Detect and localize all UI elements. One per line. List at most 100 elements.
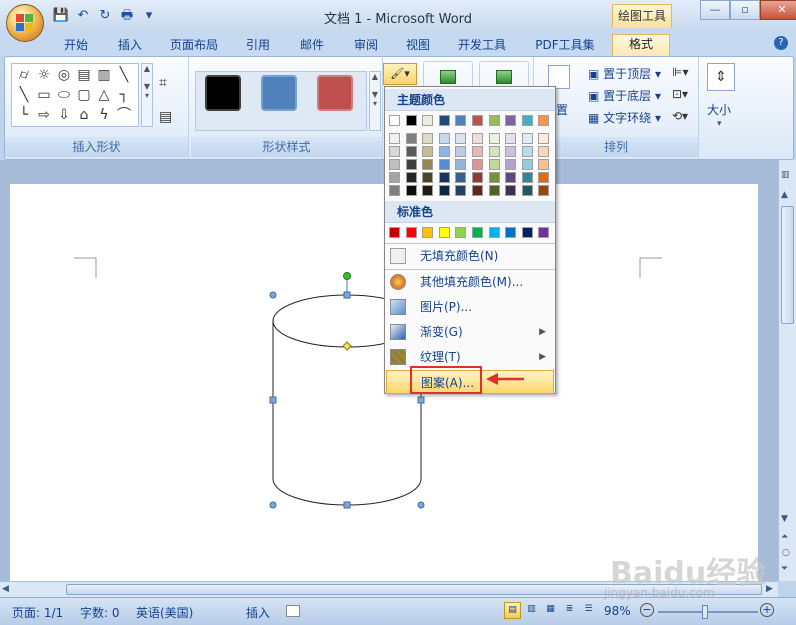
zoom-in-icon[interactable]: + (760, 603, 774, 617)
draft-icon[interactable]: ☰ (580, 602, 597, 619)
shape-textbox-icon[interactable]: ▤ (74, 65, 94, 85)
shape-roundrect-icon[interactable]: ▢ (74, 85, 94, 105)
resize-handle-top[interactable] (343, 291, 351, 299)
theme-tint-swatch[interactable] (438, 146, 450, 157)
shape-gallery[interactable]: ⌭ ☼ ◎ ▤ ▥ ╲ ╲ ▭ ⬭ ▢ △ ┐ └ ⇨ ⇩ ⌂ ϟ ⌒ (11, 63, 139, 127)
theme-tint-swatch[interactable] (488, 133, 500, 144)
theme-tint-swatch[interactable] (389, 146, 400, 157)
theme-tint-swatch[interactable] (538, 159, 550, 170)
theme-tint-swatch[interactable] (472, 185, 483, 196)
theme-tint-swatch[interactable] (438, 185, 450, 196)
theme-tint-swatch[interactable] (505, 172, 517, 183)
status-insert-mode[interactable]: 插入 (246, 604, 270, 621)
menu-no-fill[interactable]: 无填充颜色(N) (386, 244, 554, 268)
standard-color-swatch[interactable] (438, 227, 450, 238)
theme-tint-swatch[interactable] (455, 146, 467, 157)
theme-tint-swatch[interactable] (488, 185, 500, 196)
standard-color-swatch[interactable] (455, 227, 467, 238)
theme-color-swatch[interactable] (438, 115, 450, 126)
status-page[interactable]: 页面: 1/1 (12, 604, 63, 621)
theme-tint-swatch[interactable] (538, 185, 550, 196)
shape-curve-icon[interactable]: ⌒ (114, 105, 134, 125)
rotation-handle[interactable] (343, 272, 351, 280)
theme-tint-swatch[interactable] (422, 172, 434, 183)
resize-handle-tl[interactable] (269, 291, 277, 299)
theme-tint-swatch[interactable] (455, 185, 467, 196)
theme-tint-swatch[interactable] (472, 146, 483, 157)
theme-tint-swatch[interactable] (472, 159, 483, 170)
next-page-icon[interactable]: ⏷ (781, 564, 788, 574)
scroll-left-icon[interactable]: ◀ (2, 584, 9, 594)
maximize-button[interactable]: ▫ (730, 0, 760, 20)
standard-color-swatch[interactable] (538, 227, 550, 238)
tab-developer[interactable]: 开发工具 (452, 36, 512, 56)
theme-tint-swatch[interactable] (472, 172, 483, 183)
theme-tint-swatch[interactable] (538, 133, 550, 144)
theme-tint-swatch[interactable] (389, 133, 400, 144)
standard-color-swatch[interactable] (488, 227, 500, 238)
theme-tint-swatch[interactable] (405, 172, 417, 183)
shape-connector-icon[interactable]: └ (14, 105, 34, 125)
resize-handle-br[interactable] (417, 501, 425, 509)
resize-handle-left[interactable] (269, 396, 277, 404)
vertical-scroll-thumb[interactable] (781, 206, 794, 324)
theme-tint-swatch[interactable] (389, 185, 400, 196)
theme-tint-swatch[interactable] (405, 146, 417, 157)
shape-right-arrow-icon[interactable]: ⇨ (34, 105, 54, 125)
style-swatch-black[interactable] (205, 75, 241, 111)
theme-color-swatch[interactable] (422, 115, 434, 126)
theme-color-swatch[interactable] (405, 115, 417, 126)
menu-more-fill-colors[interactable]: 其他填充颜色(M)... (386, 270, 554, 294)
full-screen-reading-icon[interactable]: ▥ (523, 602, 540, 619)
help-icon[interactable]: ? (774, 36, 788, 50)
theme-tint-swatch[interactable] (438, 172, 450, 183)
browse-object-icon[interactable]: ○ (782, 548, 790, 558)
style-gallery-scroll[interactable]: ▲ ▼ ▾ (369, 71, 381, 131)
edit-shape-icon[interactable]: ⌗ (159, 75, 167, 91)
theme-tint-swatch[interactable] (389, 172, 400, 183)
shape-ring-icon[interactable]: ◎ (54, 65, 74, 85)
menu-picture[interactable]: 图片(P)... (386, 295, 554, 319)
theme-tint-swatch[interactable] (472, 133, 483, 144)
ruler-toggle-icon[interactable]: ▥ (781, 170, 794, 183)
theme-tint-swatch[interactable] (405, 159, 417, 170)
theme-tint-swatch[interactable] (422, 185, 434, 196)
text-box-icon[interactable]: ▤ (159, 109, 172, 125)
scroll-down-icon[interactable]: ▼ (781, 514, 788, 524)
theme-tint-swatch[interactable] (521, 172, 533, 183)
theme-tint-swatch[interactable] (538, 172, 550, 183)
theme-tint-swatch[interactable] (389, 159, 400, 170)
align-icon[interactable]: ⊫▾ (672, 65, 688, 79)
zoom-out-icon[interactable]: − (640, 603, 654, 617)
theme-tint-swatch[interactable] (521, 159, 533, 170)
shape-down-arrow-icon[interactable]: ⇩ (54, 105, 74, 125)
tab-pdf-tools[interactable]: PDF工具集 (528, 36, 602, 56)
tab-review[interactable]: 审阅 (346, 36, 386, 56)
text-wrap-button[interactable]: ▦ 文字环绕 ▾ (588, 109, 661, 126)
shape-fill-button[interactable]: 🖌▾ (383, 63, 417, 85)
style-swatch-red[interactable] (317, 75, 353, 111)
prev-page-icon[interactable]: ⏶ (781, 532, 788, 542)
theme-color-swatch[interactable] (505, 115, 517, 126)
web-layout-icon[interactable]: ▦ (542, 602, 559, 619)
close-button[interactable]: ✕ (760, 0, 796, 20)
shape-diagonal-icon[interactable]: ╲ (14, 85, 34, 105)
tab-view[interactable]: 视图 (398, 36, 438, 56)
status-word-count[interactable]: 字数: 0 (80, 604, 120, 621)
theme-tint-swatch[interactable] (422, 159, 434, 170)
style-swatch-blue[interactable] (261, 75, 297, 111)
tab-references[interactable]: 引用 (238, 36, 278, 56)
theme-tint-swatch[interactable] (521, 146, 533, 157)
shape-rect-icon[interactable]: ▭ (34, 85, 54, 105)
send-back-button[interactable]: ▣ 置于底层 ▾ (588, 87, 661, 104)
bring-front-button[interactable]: ▣ 置于顶层 ▾ (588, 65, 661, 82)
theme-tint-swatch[interactable] (455, 159, 467, 170)
macro-record-icon[interactable] (286, 605, 300, 617)
theme-tint-swatch[interactable] (488, 146, 500, 157)
theme-color-swatch[interactable] (455, 115, 467, 126)
size-icon[interactable]: ⇕ (707, 63, 735, 91)
vertical-scrollbar[interactable]: ▥ ▲ ▼ ⏶ ○ ⏷ (778, 160, 796, 581)
rotate-icon[interactable]: ⟲▾ (672, 109, 688, 123)
theme-tint-swatch[interactable] (405, 133, 417, 144)
shape-cylinder-icon[interactable]: ⌭ (14, 65, 34, 85)
